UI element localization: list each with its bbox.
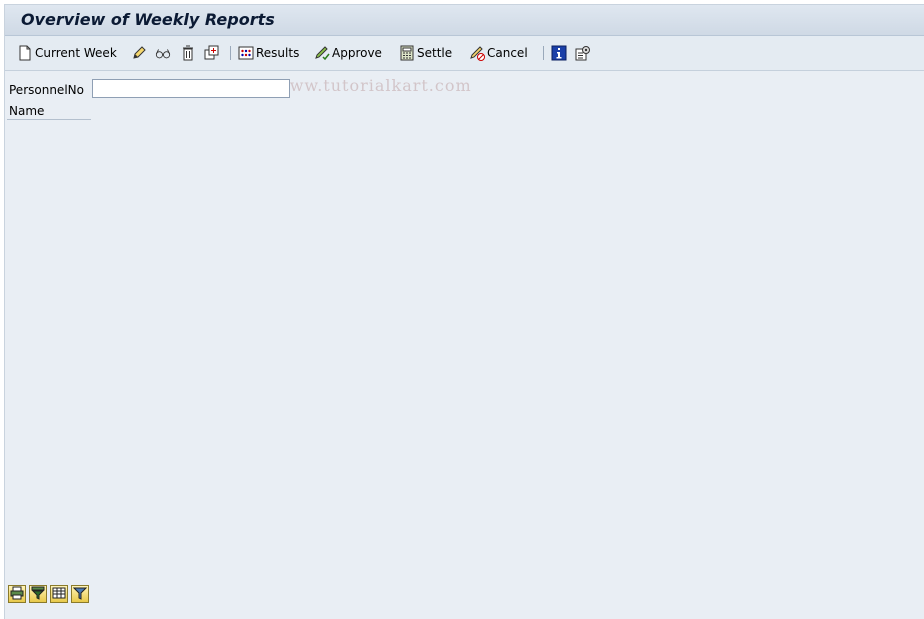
watermark: www.tutorialkart.com	[275, 76, 472, 95]
delete-button[interactable]	[180, 43, 196, 63]
page-title: Overview of Weekly Reports	[21, 10, 275, 29]
filter-icon	[31, 586, 45, 603]
layout-button[interactable]	[50, 585, 68, 603]
copy-button[interactable]	[203, 43, 219, 63]
trash-icon	[180, 45, 196, 61]
glasses-icon	[155, 45, 171, 61]
name-label: Name	[9, 104, 45, 118]
new-document-icon	[17, 45, 33, 61]
pencil-icon	[131, 45, 147, 61]
main-window: Overview of Weekly Reports Current Week	[4, 4, 924, 619]
settings-button[interactable]	[575, 43, 591, 63]
cancel-label: Cancel	[487, 46, 528, 60]
settle-label: Settle	[417, 46, 453, 60]
personnel-no-input[interactable]	[92, 79, 290, 98]
settle-button[interactable]: Settle	[399, 43, 452, 63]
funnel-icon	[72, 586, 88, 603]
layout-icon	[52, 586, 66, 603]
info-icon	[551, 45, 567, 61]
results-button[interactable]: Results	[238, 43, 299, 63]
approve-button[interactable]: Approve	[314, 43, 382, 63]
calculator-icon	[399, 45, 415, 61]
change-button[interactable]	[131, 43, 147, 63]
copy-icon	[203, 45, 219, 61]
personnel-no-label: PersonnelNo	[9, 83, 84, 97]
print-button[interactable]	[8, 585, 26, 603]
name-divider	[7, 119, 91, 120]
title-bar: Overview of Weekly Reports	[5, 5, 924, 36]
display-button[interactable]	[155, 43, 171, 63]
info-button[interactable]	[551, 43, 567, 63]
funnel-button[interactable]	[71, 585, 89, 603]
filter-button[interactable]	[29, 585, 47, 603]
current-week-label: Current Week	[35, 46, 117, 60]
results-icon	[238, 45, 254, 61]
approve-label: Approve	[332, 46, 382, 60]
cancel-button[interactable]: Cancel	[469, 43, 528, 63]
current-week-button[interactable]: Current Week	[17, 43, 117, 63]
toolbar-separator	[543, 46, 544, 60]
approve-icon	[314, 45, 330, 61]
toolbar-separator	[230, 46, 231, 60]
settings-icon	[575, 45, 591, 61]
print-icon	[10, 586, 24, 603]
results-label: Results	[256, 46, 300, 60]
application-toolbar: Current Week Results Approve Settle Canc…	[5, 36, 924, 95]
cancel-icon	[469, 45, 485, 61]
